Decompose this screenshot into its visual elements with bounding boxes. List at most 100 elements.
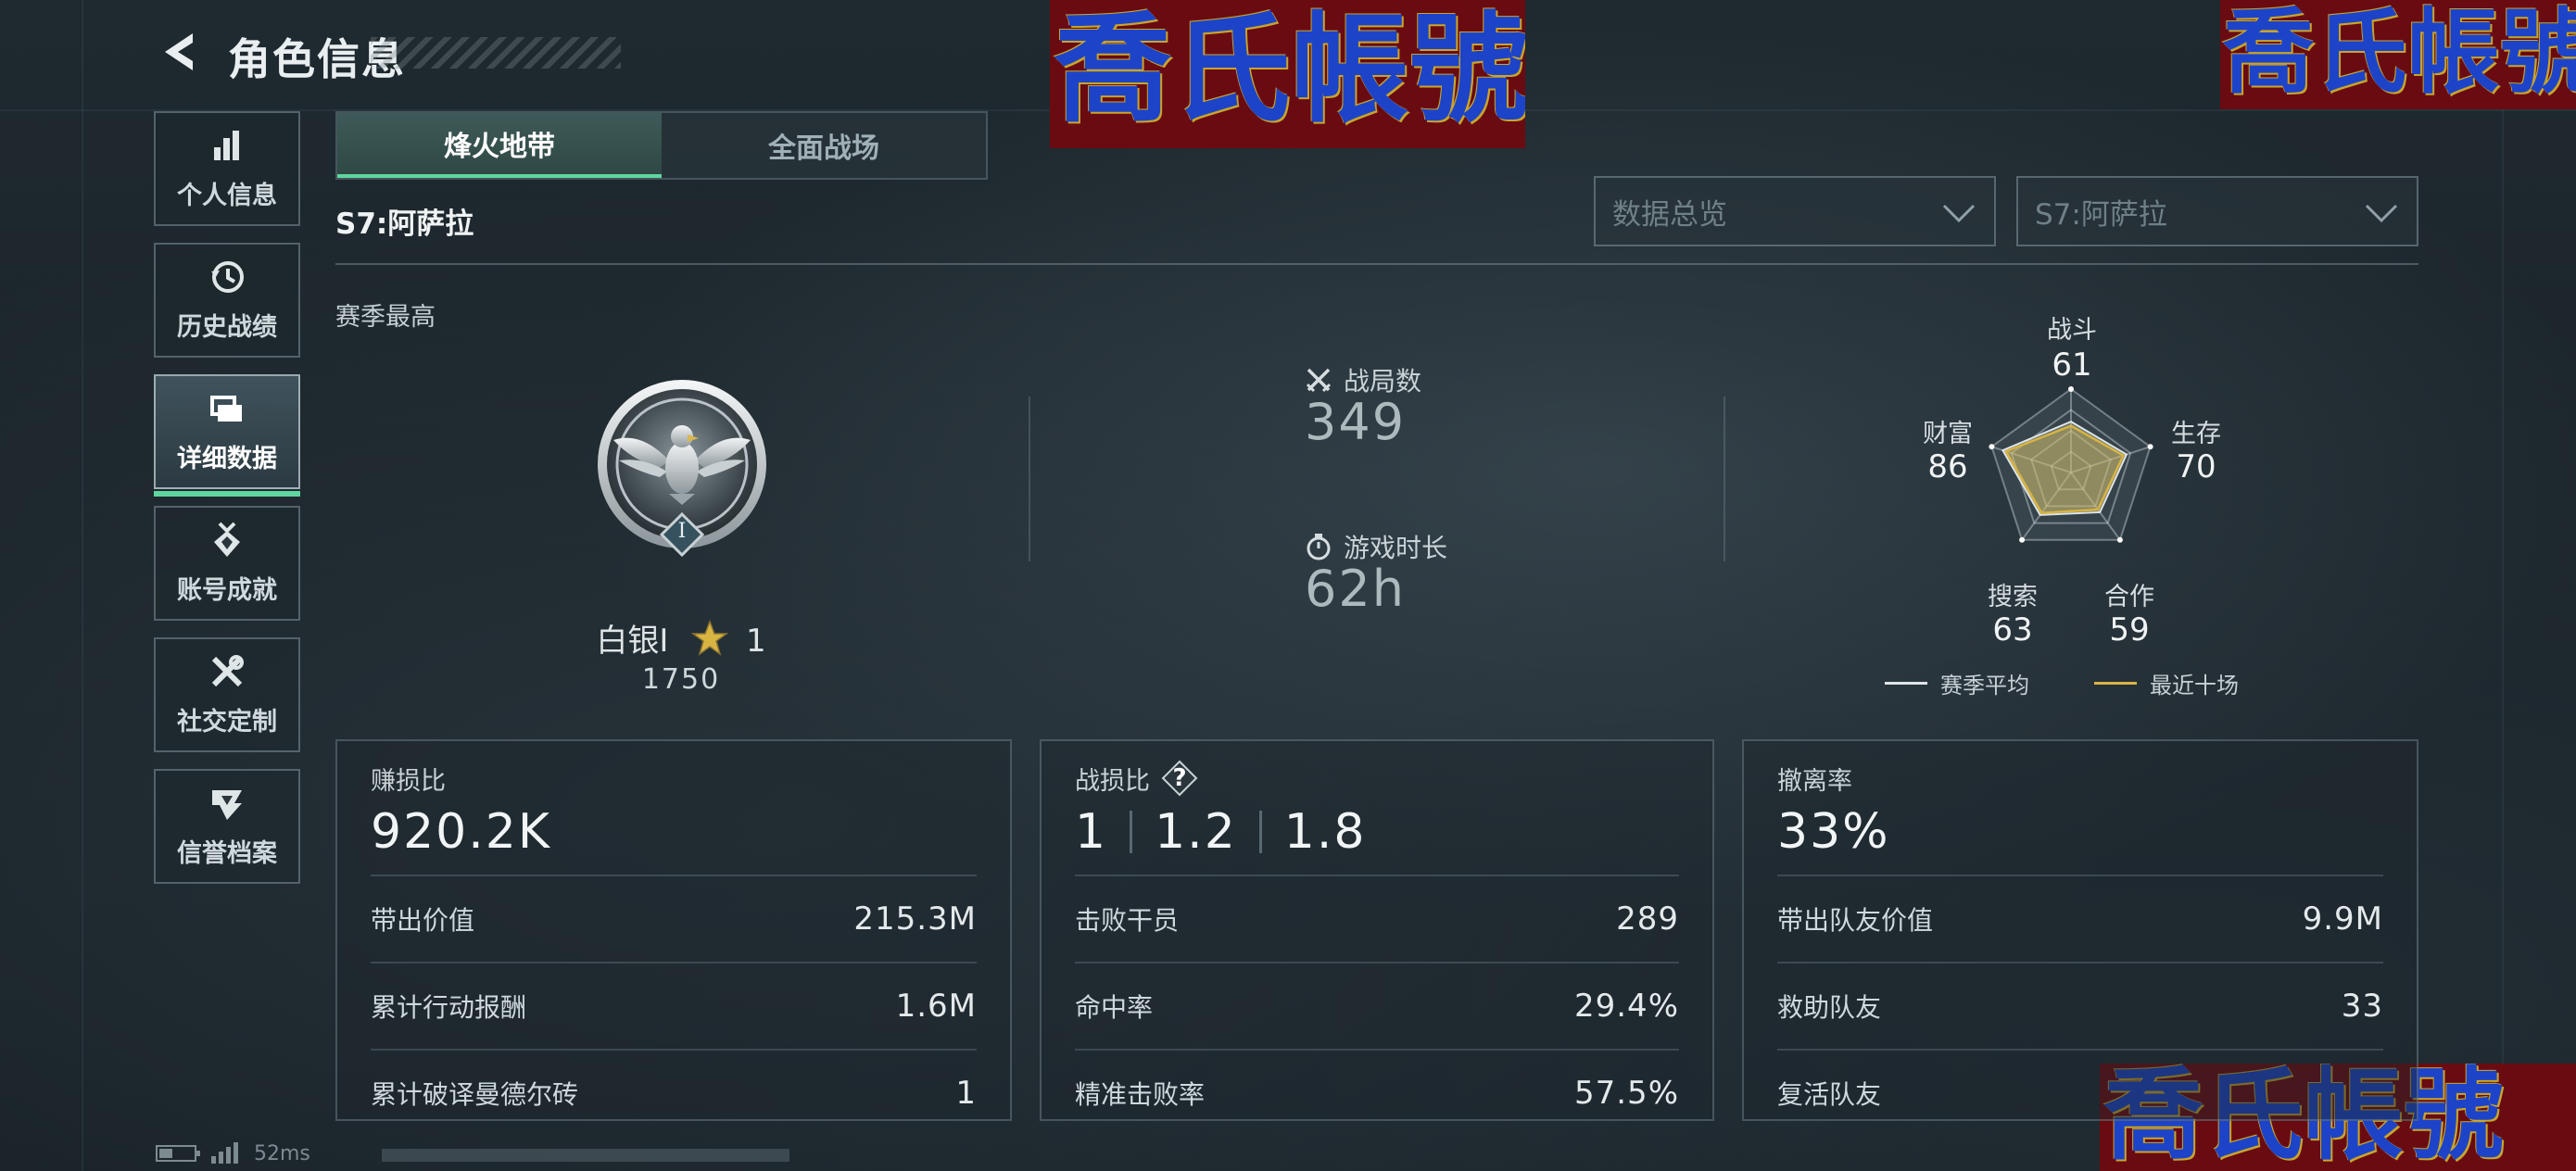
stat-row: 救助队友 33 — [1777, 962, 2383, 1049]
sidebar-item-achievements[interactable]: 账号成就 — [154, 506, 300, 621]
kd-value: 1.2 — [1155, 804, 1237, 860]
radar-legend: 赛季平均 最近十场 — [1885, 667, 2239, 699]
tab-firezone[interactable]: 烽火地带 — [337, 113, 662, 178]
divider — [1029, 397, 1030, 561]
stat-value: 29.4% — [1573, 988, 1679, 1025]
card-title: 战损比 — [1075, 766, 1150, 796]
chevron-down-icon — [1942, 204, 1976, 223]
legend-season-label: 赛季平均 — [1940, 673, 2029, 699]
radar-axis-label: 战斗 — [2047, 316, 2097, 345]
bar-chart-icon — [208, 127, 246, 164]
kd-ratio-card[interactable]: 战损比 ? 1 1.2 1.8 击败干员 289 命中率 29.4% 精准击败率 57… — [1040, 739, 1714, 1121]
mode-tabs: 烽火地带 全面战场 — [335, 111, 988, 180]
stat-value: 57.5% — [1573, 1075, 1679, 1112]
title-decoration — [371, 37, 621, 69]
card-title-row: 战损比 ? — [1075, 760, 1679, 797]
sidebar-item-label: 账号成就 — [177, 576, 277, 605]
divider — [1724, 397, 1725, 561]
stat-value: 9.9M — [2302, 900, 2383, 938]
stat-value: 215.3M — [853, 900, 977, 938]
rank-name-line: 白银I 1 — [519, 615, 843, 665]
legend-line-recent — [2094, 682, 2137, 685]
stopwatch-icon — [1307, 534, 1331, 560]
watermark-stamp: 喬氏帳號 — [2220, 0, 2576, 109]
radar-axis-endpoint — [2019, 536, 2026, 543]
radar-axis-label: 搜索 — [1988, 583, 2038, 611]
tab-full-battlefield[interactable]: 全面战场 — [662, 113, 986, 178]
stat-label: 命中率 — [1075, 992, 1154, 1023]
radar-axis-endpoint — [2068, 386, 2074, 392]
folder-icon — [208, 390, 246, 427]
stat-label: 复活队友 — [1777, 1079, 1882, 1110]
card-value: 33% — [1777, 804, 1890, 860]
radar-axis-label: 生存 — [2171, 420, 2221, 448]
sidebar-item-detailed-data[interactable]: 详细数据 — [154, 374, 300, 497]
profit-ratio-card[interactable]: 赚损比 920.2K 带出价值 215.3M 累计行动报酬 1.6M 累计破译曼德尔… — [335, 739, 1012, 1121]
back-button[interactable] — [156, 28, 200, 76]
help-icon[interactable]: ? — [1161, 760, 1198, 797]
stat-label: 救助队友 — [1777, 992, 1882, 1023]
matches-value: 349 — [1305, 393, 1407, 451]
extraction-rate-card[interactable]: 撤离率 33% 带出队友价值 9.9M 救助队友 33 复活队友 — [1742, 739, 2418, 1121]
stat-row: 带出价值 215.3M — [371, 875, 977, 962]
stat-label: 累计破译曼德尔砖 — [371, 1079, 579, 1110]
sidebar-item-history[interactable]: 历史战绩 — [154, 243, 300, 358]
sidebar-item-social-custom[interactable]: 社交定制 — [154, 637, 300, 752]
sidebar-item-reputation[interactable]: 信誉档案 — [154, 769, 300, 884]
signal-icon — [211, 1142, 238, 1164]
stat-value: 1 — [955, 1075, 977, 1112]
sidebar-item-label: 社交定制 — [177, 708, 277, 737]
stat-row: 带出队友价值 9.9M — [1777, 875, 2383, 962]
radar-axis-label: 合作 — [2104, 583, 2154, 611]
shield-badge-icon — [208, 785, 246, 822]
playtime-value: 62h — [1305, 560, 1406, 618]
divider — [1130, 811, 1133, 853]
stat-label: 带出队友价值 — [1777, 905, 1934, 936]
radar-axis-value: 61 — [2052, 346, 2092, 384]
kd-value: 1 — [1075, 804, 1108, 860]
season-select-value: S7:阿萨拉 — [2035, 197, 2167, 232]
rank-name: 白银I — [596, 623, 669, 660]
chevron-down-icon — [2365, 204, 2398, 223]
divider — [1258, 811, 1262, 853]
stat-label: 累计行动报酬 — [371, 992, 527, 1023]
radar-axis-value: 70 — [2176, 448, 2216, 485]
card-value: 920.2K — [371, 804, 551, 860]
stat-label: 击败干员 — [1075, 905, 1180, 936]
radar-axis-label: 财富 — [1923, 420, 1973, 448]
stat-row: 命中率 29.4% — [1075, 962, 1679, 1049]
radar-axis-value: 59 — [2109, 611, 2150, 648]
season-select[interactable]: S7:阿萨拉 — [2016, 176, 2418, 246]
star-icon — [690, 619, 729, 665]
season-best-label: 赛季最高 — [335, 303, 436, 332]
help-icon-glyph: ? — [1172, 764, 1187, 792]
medal-icon — [208, 522, 246, 559]
latency-value: 52ms — [254, 1141, 310, 1165]
history-icon — [208, 258, 246, 296]
stat-row: 累计行动报酬 1.6M — [371, 962, 977, 1049]
rank-score: 1750 — [641, 663, 721, 696]
watermark-stamp: 喬氏帳號 — [1050, 0, 1525, 148]
sidebar-item-label: 个人信息 — [177, 182, 277, 210]
stat-value: 1.6M — [895, 988, 977, 1025]
kd-values: 1 1.2 1.8 — [1075, 799, 1679, 865]
stat-row: 击败干员 289 — [1075, 875, 1679, 962]
sidebar-item-label: 历史战绩 — [177, 313, 277, 342]
battery-icon — [156, 1145, 200, 1162]
radar-axis-value: 63 — [1992, 611, 2033, 648]
stat-row: 累计破译曼德尔砖 1 — [371, 1049, 977, 1136]
stat-value: 33 — [2341, 988, 2383, 1025]
card-title: 赚损比 — [371, 766, 446, 796]
sidebar-item-personal-info[interactable]: 个人信息 — [154, 111, 300, 226]
stat-label: 带出价值 — [371, 905, 475, 936]
season-heading: S7:阿萨拉 — [335, 208, 474, 241]
radar-axis-endpoint — [2116, 536, 2123, 543]
stat-value: 289 — [1616, 900, 1679, 938]
stat-row: 精准击败率 57.5% — [1075, 1049, 1679, 1136]
view-select[interactable]: 数据总览 — [1594, 176, 1996, 246]
tools-icon — [208, 653, 246, 690]
card-title: 撤离率 — [1777, 766, 1852, 796]
rank-stars: 1 — [746, 623, 766, 660]
badge-numeral: I — [677, 520, 687, 543]
sidebar-item-label: 详细数据 — [177, 445, 277, 473]
